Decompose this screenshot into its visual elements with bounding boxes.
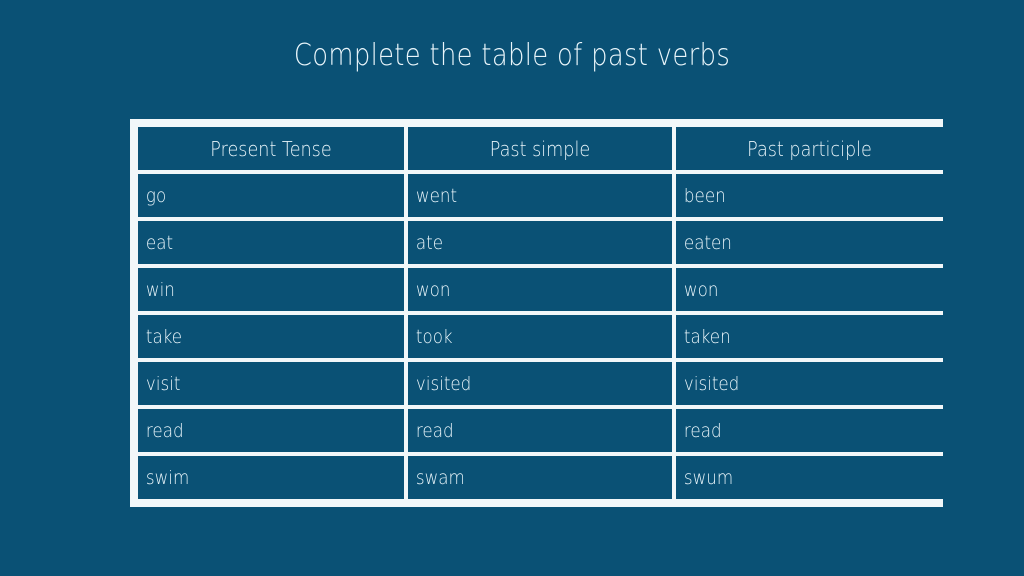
cell-present-tense: take [138, 315, 404, 358]
cell-text: visited [683, 372, 740, 395]
cell-text: eat [145, 231, 174, 254]
cell-past-simple: swam [408, 456, 672, 499]
cell-past-simple: read [408, 409, 672, 452]
cell-past-participle: been [676, 174, 943, 217]
cell-text: took [415, 325, 453, 348]
table-row: visit visited visited [138, 362, 943, 405]
cell-past-simple: took [408, 315, 672, 358]
cell-past-participle: read [676, 409, 943, 452]
column-header-past-participle-label: Past participle [747, 136, 872, 161]
cell-present-tense: win [138, 268, 404, 311]
cell-text: went [415, 184, 458, 207]
cell-past-participle: taken [676, 315, 943, 358]
table-row: take took taken [138, 315, 943, 358]
cell-past-participle: eaten [676, 221, 943, 264]
cell-past-simple: won [408, 268, 672, 311]
cell-text: read [145, 419, 184, 442]
cell-past-simple: ate [408, 221, 672, 264]
cell-text: read [415, 419, 454, 442]
cell-text: ate [415, 231, 444, 254]
cell-text: swim [145, 466, 190, 489]
cell-present-tense: swim [138, 456, 404, 499]
table-row: eat ate eaten [138, 221, 943, 264]
cell-text: been [683, 184, 726, 207]
cell-present-tense: go [138, 174, 404, 217]
cell-present-tense: eat [138, 221, 404, 264]
cell-text: eaten [683, 231, 732, 254]
table-row: go went been [138, 174, 943, 217]
cell-past-participle: won [676, 268, 943, 311]
column-header-present-tense: Present Tense [138, 127, 404, 170]
table-row: read read read [138, 409, 943, 452]
table-row: swim swam swum [138, 456, 943, 499]
cell-text: taken [683, 325, 731, 348]
cell-text: visited [415, 372, 472, 395]
column-header-past-participle: Past participle [676, 127, 943, 170]
cell-text: won [415, 278, 451, 301]
table-header-row: Present Tense Past simple Past participl… [138, 127, 943, 170]
cell-text: take [145, 325, 183, 348]
table-row: win won won [138, 268, 943, 311]
cell-text: visit [145, 372, 181, 395]
slide-canvas: Complete the table of past verbs Present… [0, 0, 1024, 576]
cell-text: won [683, 278, 719, 301]
column-header-past-simple-label: Past simple [489, 136, 591, 161]
cell-present-tense: read [138, 409, 404, 452]
page-title: Complete the table of past verbs [293, 38, 731, 73]
cell-present-tense: visit [138, 362, 404, 405]
cell-past-participle: visited [676, 362, 943, 405]
cell-past-simple: went [408, 174, 672, 217]
verb-conjugation-table: Present Tense Past simple Past participl… [130, 119, 943, 507]
cell-text: swam [415, 466, 465, 489]
cell-text: win [145, 278, 175, 301]
cell-past-participle: swum [676, 456, 943, 499]
column-header-present-tense-label: Present Tense [210, 136, 332, 161]
cell-past-simple: visited [408, 362, 672, 405]
cell-text: swum [683, 466, 734, 489]
column-header-past-simple: Past simple [408, 127, 672, 170]
cell-text: go [145, 184, 167, 207]
cell-text: read [683, 419, 722, 442]
